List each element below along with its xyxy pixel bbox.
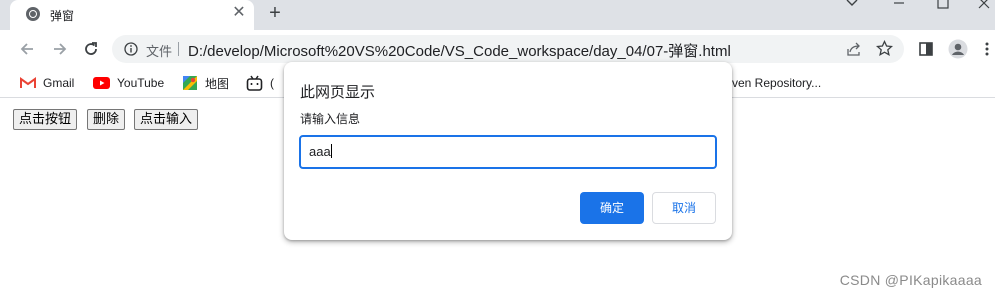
reload-icon bbox=[85, 42, 97, 55]
forward-button[interactable] bbox=[48, 37, 72, 61]
forward-arrow-icon bbox=[54, 43, 67, 55]
maps-icon bbox=[182, 75, 198, 91]
bookmark-label: 地图 bbox=[205, 76, 230, 91]
bookmark-label: YouTube bbox=[117, 76, 165, 90]
address-bar[interactable]: 文件 D:/develop/Microsoft%20VS%20Code/VS_C… bbox=[112, 35, 904, 63]
bookmark-maps[interactable]: 地图 bbox=[182, 73, 229, 93]
browser-menu-button[interactable] bbox=[975, 37, 995, 61]
bilibili-icon bbox=[246, 75, 263, 91]
url-text[interactable]: D:/develop/Microsoft%20VS%20Code/VS_Code… bbox=[188, 40, 731, 61]
bookmark-maven-repository[interactable]: ven Repository... bbox=[732, 73, 821, 93]
bookmark-star-icon[interactable] bbox=[876, 40, 893, 57]
bookmark-gmail[interactable]: Gmail bbox=[20, 73, 74, 93]
prompt-input[interactable]: aaa bbox=[299, 135, 717, 169]
prompt-input-value: aaa bbox=[309, 144, 331, 159]
side-panel-icon bbox=[919, 42, 933, 56]
delete-button[interactable]: 删除 bbox=[87, 109, 126, 130]
tab-close-icon[interactable]: ✕ bbox=[231, 5, 247, 21]
window-close-icon[interactable] bbox=[977, 0, 991, 10]
info-icon[interactable] bbox=[124, 42, 138, 56]
watermark: CSDN @PIKapikaaaa bbox=[839, 272, 982, 288]
avatar-icon bbox=[948, 39, 968, 59]
back-arrow-icon bbox=[20, 43, 33, 55]
active-tab[interactable]: 弹窗 ✕ bbox=[10, 0, 254, 30]
click-button[interactable]: 点击按钮 bbox=[13, 109, 78, 130]
ok-button[interactable]: 确定 bbox=[580, 192, 644, 224]
text-caret bbox=[330, 144, 332, 158]
address-divider bbox=[178, 42, 179, 56]
dialog-message: 请输入信息 bbox=[300, 112, 361, 126]
share-icon[interactable] bbox=[846, 41, 862, 57]
bookmark-label: Gmail bbox=[43, 76, 75, 90]
dialog-title: 此网页显示 bbox=[300, 84, 376, 101]
bookmark-label: ven Repository... bbox=[732, 76, 822, 90]
gmail-icon bbox=[20, 77, 36, 89]
reload-button[interactable] bbox=[79, 37, 103, 61]
bookmark-label: ( bbox=[270, 76, 274, 90]
maximize-icon[interactable] bbox=[936, 0, 950, 10]
tab-search-chevron-icon[interactable] bbox=[845, 0, 859, 10]
browser-window: 弹窗 ✕ + 文件 D:/develop/Microsoft%20VS%20Co… bbox=[0, 0, 995, 302]
click-input-button[interactable]: 点击输入 bbox=[134, 109, 199, 130]
bookmark-bilibili[interactable]: ( bbox=[246, 73, 274, 93]
tab-strip: 弹窗 ✕ + bbox=[0, 0, 995, 30]
profile-button[interactable] bbox=[946, 37, 970, 61]
kebab-menu-icon bbox=[985, 42, 989, 56]
back-button[interactable] bbox=[15, 37, 39, 61]
youtube-icon bbox=[93, 77, 110, 89]
minimize-icon[interactable] bbox=[892, 0, 906, 10]
new-tab-button[interactable]: + bbox=[264, 2, 286, 24]
side-panel-button[interactable] bbox=[914, 37, 938, 61]
bookmark-youtube[interactable]: YouTube bbox=[93, 73, 164, 93]
globe-icon bbox=[26, 7, 40, 21]
prompt-dialog: 此网页显示 请输入信息 aaa 确定 取消 bbox=[284, 62, 732, 240]
tab-title: 弹窗 bbox=[50, 9, 75, 23]
cancel-button[interactable]: 取消 bbox=[652, 192, 716, 224]
file-scheme-label: 文件 bbox=[146, 44, 173, 59]
